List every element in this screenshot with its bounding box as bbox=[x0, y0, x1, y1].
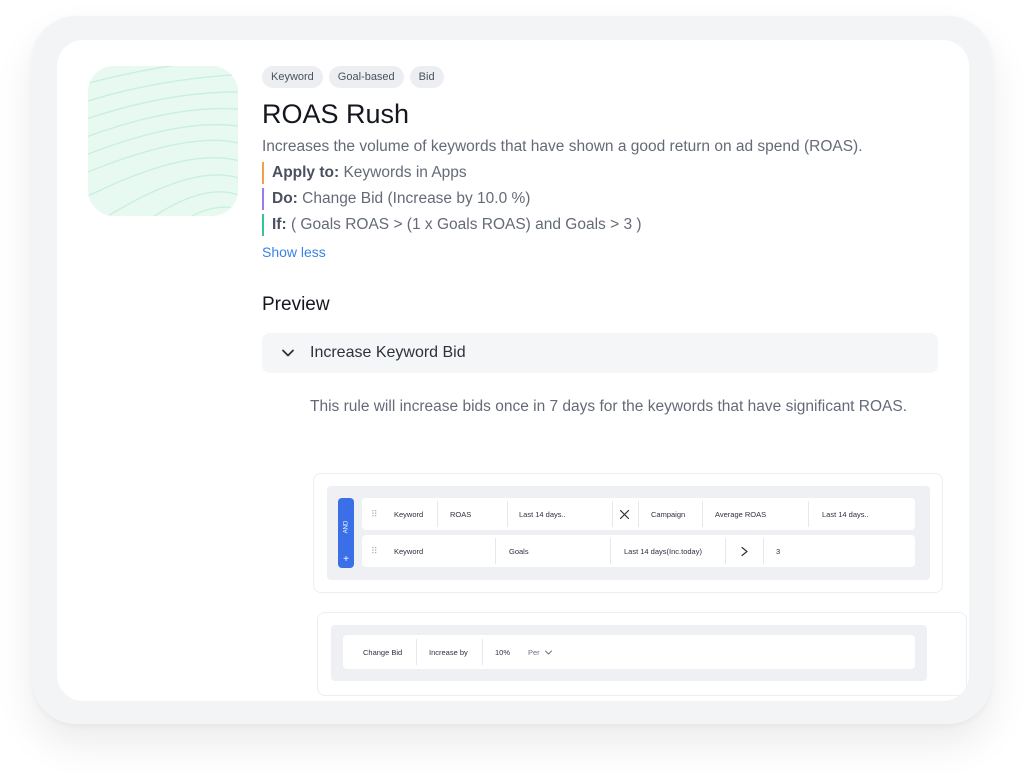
add-condition-icon[interactable]: + bbox=[338, 554, 354, 566]
condition-value[interactable]: 3 bbox=[776, 535, 780, 567]
increase-keyword-bid-accordion[interactable]: Increase Keyword Bid bbox=[262, 333, 938, 373]
show-less-link[interactable]: Show less bbox=[262, 244, 326, 260]
compare-metric[interactable]: Average ROAS bbox=[715, 498, 766, 530]
tag-bid: Bid bbox=[409, 66, 444, 88]
conditions-panel: AND + ⠿ Keyword ROAS Last 14 days.. Camp… bbox=[313, 473, 943, 593]
action-direction[interactable]: Increase by bbox=[429, 635, 468, 669]
and-label: AND bbox=[342, 520, 349, 534]
rule-description: Increases the volume of keywords that ha… bbox=[262, 138, 863, 155]
condition-row-2: ⠿ Keyword Goals Last 14 days(Inc.today) … bbox=[362, 535, 915, 567]
multiply-icon[interactable] bbox=[619, 498, 630, 530]
rule-content: Keyword Goal-based Bid ROAS Rush Increas… bbox=[262, 66, 942, 416]
condition-metric[interactable]: Goals bbox=[509, 535, 529, 567]
do-value: Change Bid (Increase by 10.0 %) bbox=[297, 190, 531, 207]
if-value: ( Goals ROAS > (1 x Goals ROAS) and Goal… bbox=[286, 216, 642, 233]
do-line: Do: Change Bid (Increase by 10.0 %) bbox=[262, 188, 942, 210]
conditions-panel-inner: AND + ⠿ Keyword ROAS Last 14 days.. Camp… bbox=[327, 486, 930, 580]
wave-pattern-icon bbox=[88, 66, 238, 216]
compare-period[interactable]: Last 14 days.. bbox=[822, 498, 869, 530]
apply-to-value: Keywords in Apps bbox=[339, 164, 467, 181]
action-unit-label: Per bbox=[528, 647, 540, 657]
preview-heading: Preview bbox=[262, 294, 330, 315]
action-unit-select[interactable]: Per bbox=[528, 635, 553, 669]
condition-row-1: ⠿ Keyword ROAS Last 14 days.. Campaign A… bbox=[362, 498, 915, 530]
condition-level[interactable]: Keyword bbox=[394, 498, 423, 530]
drag-handle-icon[interactable]: ⠿ bbox=[371, 498, 378, 530]
rule-title: ROAS Rush bbox=[262, 99, 410, 129]
chevron-down-icon bbox=[544, 650, 552, 655]
apply-to-label: Apply to: bbox=[272, 164, 340, 181]
action-type[interactable]: Change Bid bbox=[363, 635, 402, 669]
action-panel: Change Bid Increase by 10% Per bbox=[317, 612, 967, 696]
preview-explanation: This rule will increase bids once in 7 d… bbox=[310, 398, 908, 415]
greater-than-icon[interactable] bbox=[740, 535, 749, 567]
condition-period[interactable]: Last 14 days.. bbox=[519, 498, 566, 530]
chevron-down-icon bbox=[282, 349, 294, 357]
tag-keyword: Keyword bbox=[262, 66, 323, 88]
condition-period[interactable]: Last 14 days(Inc.today) bbox=[624, 535, 702, 567]
if-label: If: bbox=[272, 216, 287, 233]
if-line: If: ( Goals ROAS > (1 x Goals ROAS) and … bbox=[262, 214, 942, 236]
tag-list: Keyword Goal-based Bid bbox=[262, 66, 942, 88]
and-connector[interactable]: AND + bbox=[338, 498, 354, 568]
action-row: Change Bid Increase by 10% Per bbox=[343, 635, 915, 669]
apply-to-line: Apply to: Keywords in Apps bbox=[262, 162, 942, 184]
tag-goal-based: Goal-based bbox=[328, 66, 404, 88]
action-panel-inner: Change Bid Increase by 10% Per bbox=[331, 625, 927, 681]
drag-handle-icon[interactable]: ⠿ bbox=[371, 535, 378, 567]
do-label: Do: bbox=[272, 190, 298, 207]
compare-level[interactable]: Campaign bbox=[651, 498, 685, 530]
accordion-label: Increase Keyword Bid bbox=[310, 344, 466, 361]
rule-detail-screen: Keyword Goal-based Bid ROAS Rush Increas… bbox=[57, 40, 969, 701]
action-amount[interactable]: 10% bbox=[495, 635, 510, 669]
rule-thumbnail bbox=[88, 66, 238, 216]
condition-level[interactable]: Keyword bbox=[394, 535, 423, 567]
condition-metric[interactable]: ROAS bbox=[450, 498, 471, 530]
